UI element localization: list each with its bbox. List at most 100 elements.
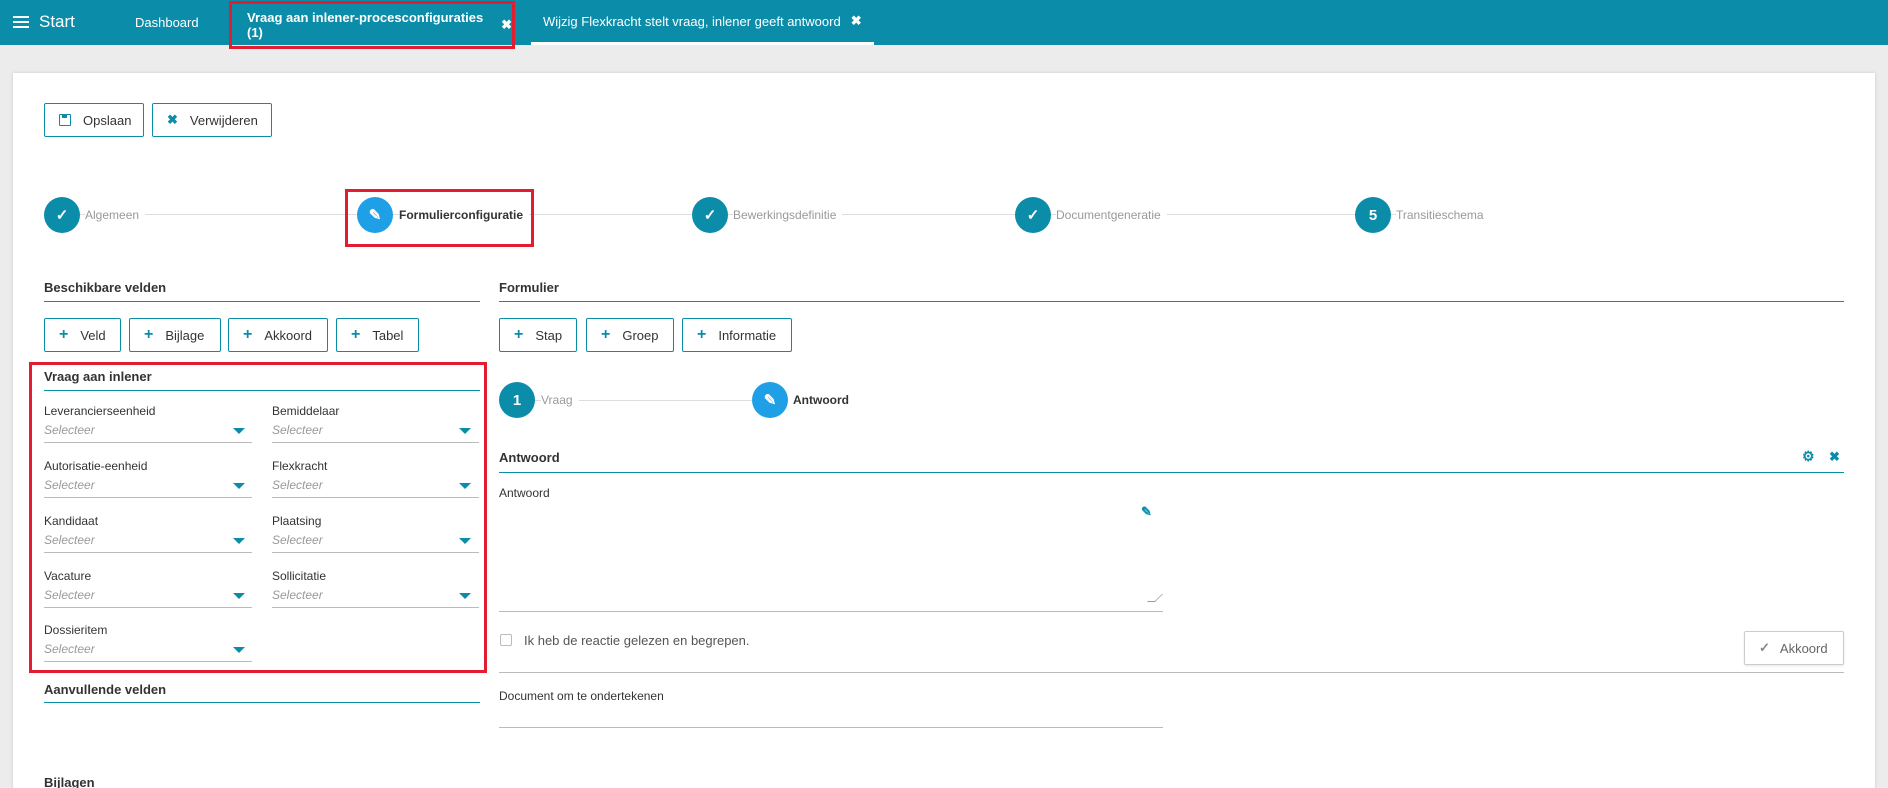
form-step-antwoord-pencil-icon[interactable]: ✎ [752, 382, 788, 418]
answer-textarea-label: Antwoord [499, 486, 550, 500]
checkbox-label: Ik heb de reactie gelezen en begrepen. [524, 633, 750, 648]
add-agreement-button[interactable]: + Akkoord [228, 318, 328, 352]
section-divider [44, 301, 480, 302]
step-document-check-icon[interactable]: ✓ [1015, 197, 1051, 233]
section-divider [44, 702, 480, 703]
tab-process-configurations-label: Vraag aan inlener-procesconfiguraties (1… [247, 10, 484, 40]
tab-edit-flexkracht[interactable]: Wijzig Flexkracht stelt vraag, inlener g… [531, 0, 874, 45]
add-step-button[interactable]: + Stap [499, 318, 577, 352]
extra-fields-title: Aanvullende velden [44, 682, 167, 697]
chevron-down-icon[interactable] [459, 593, 471, 599]
select-sollicitatie[interactable]: Selecteer [272, 588, 323, 602]
add-step-label: Stap [535, 327, 563, 343]
akkoord-button[interactable]: ✓ Akkoord [1744, 631, 1844, 665]
close-icon[interactable]: ✖ [851, 13, 862, 29]
add-group-label: Groep [622, 327, 659, 343]
add-agreement-label: Akkoord [264, 327, 313, 343]
add-attachment-label: Bijlage [165, 327, 205, 343]
select-bemiddelaar[interactable]: Selecteer [272, 423, 323, 437]
start-label: Start [39, 12, 75, 31]
field-underline [44, 497, 252, 498]
answer-group-title: Antwoord [499, 450, 560, 465]
group-title: Vraag aan inlener [44, 369, 152, 384]
field-label: Sollicitatie [272, 569, 327, 583]
field-label: Kandidaat [44, 514, 99, 528]
top-navigation-bar: Start Dashboard Vraag aan inlener-proces… [0, 0, 1888, 49]
field-underline [272, 607, 479, 608]
chevron-down-icon[interactable] [233, 647, 245, 653]
delete-button[interactable]: ✖ Verwijderen [152, 103, 272, 137]
row-divider [499, 672, 1844, 673]
step-bewerkingsdefinitie-label[interactable]: Bewerkingsdefinitie [733, 208, 843, 222]
form-step-vraag-label[interactable]: Vraag [541, 393, 579, 407]
step-transitieschema-label[interactable]: Transitieschema [1396, 208, 1490, 222]
add-table-label: Tabel [372, 327, 404, 343]
save-button[interactable]: Opslaan [44, 103, 144, 137]
add-field-button[interactable]: + Veld [44, 318, 121, 352]
plus-icon: + [351, 326, 361, 343]
attachments-title: Bijlagen [44, 775, 95, 788]
answer-textarea[interactable] [499, 500, 1163, 612]
close-icon[interactable]: ✖ [1829, 449, 1840, 465]
select-kandidaat[interactable]: Selecteer [44, 533, 95, 547]
chevron-down-icon[interactable] [459, 428, 471, 434]
field-label: Vacature [44, 569, 92, 583]
add-field-label: Veld [80, 327, 106, 343]
field-underline [44, 661, 252, 662]
plus-icon: + [601, 326, 611, 343]
select-leverancierseenheid[interactable]: Selecteer [44, 423, 95, 437]
plus-icon: + [697, 326, 707, 343]
field-underline [272, 442, 479, 443]
step-documentgeneratie-label[interactable]: Documentgeneratie [1056, 208, 1167, 222]
form-step-vraag-number[interactable]: 1 [499, 382, 535, 418]
add-information-label: Informatie [718, 327, 777, 343]
tab-edit-flexkracht-label: Wijzig Flexkracht stelt vraag, inlener g… [543, 13, 841, 29]
read-confirmation-checkbox[interactable] [500, 634, 512, 646]
step-bewerking-check-icon[interactable]: ✓ [692, 197, 728, 233]
chevron-down-icon[interactable] [233, 428, 245, 434]
step-algemeen-label[interactable]: Algemeen [85, 208, 146, 222]
save-button-label: Opslaan [83, 112, 132, 128]
step-formulierconfiguratie-label[interactable]: Formulierconfiguratie [399, 208, 530, 222]
document-field-underline[interactable] [499, 727, 1163, 728]
field-label: Autorisatie-eenheid [44, 459, 148, 473]
tab-dashboard[interactable]: Dashboard [135, 0, 199, 45]
field-label: Bemiddelaar [272, 404, 340, 418]
plus-icon: + [243, 326, 253, 343]
chevron-down-icon[interactable] [459, 483, 471, 489]
select-autorisatie-eenheid[interactable]: Selecteer [44, 478, 95, 492]
select-dossieritem[interactable]: Selecteer [44, 642, 95, 656]
group-divider [499, 472, 1844, 473]
add-information-button[interactable]: + Informatie [682, 318, 792, 352]
group-divider [44, 390, 480, 391]
settings-gears-icon[interactable]: ⚙ [1802, 448, 1815, 465]
close-icon: ✖ [167, 112, 178, 127]
step-transitie-number[interactable]: 5 [1355, 197, 1391, 233]
add-group-button[interactable]: + Groep [586, 318, 674, 352]
add-table-button[interactable]: + Tabel [336, 318, 419, 352]
close-icon[interactable]: ✖ [501, 17, 512, 33]
field-underline [272, 497, 479, 498]
plus-icon: + [144, 326, 154, 343]
chevron-down-icon[interactable] [233, 483, 245, 489]
tab-process-configurations[interactable]: Vraag aan inlener-procesconfiguraties (1… [229, 1, 515, 49]
check-icon: ✓ [1759, 640, 1770, 655]
step-formulier-pencil-icon[interactable]: ✎ [357, 197, 393, 233]
chevron-down-icon[interactable] [233, 593, 245, 599]
add-attachment-button[interactable]: + Bijlage [129, 318, 221, 352]
chevron-down-icon[interactable] [459, 538, 471, 544]
field-underline [44, 552, 252, 553]
tab-dashboard-label: Dashboard [135, 15, 199, 30]
form-step-antwoord-label[interactable]: Antwoord [793, 393, 849, 407]
plus-icon: + [59, 326, 69, 343]
select-vacature[interactable]: Selecteer [44, 588, 95, 602]
field-label: Plaatsing [272, 514, 322, 528]
save-icon [59, 114, 71, 126]
chevron-down-icon[interactable] [233, 538, 245, 544]
start-menu-button[interactable]: Start [13, 12, 75, 32]
step-algemeen-check-icon[interactable]: ✓ [44, 197, 80, 233]
select-plaatsing[interactable]: Selecteer [272, 533, 323, 547]
field-underline [272, 552, 479, 553]
available-fields-title: Beschikbare velden [44, 280, 167, 295]
select-flexkracht[interactable]: Selecteer [272, 478, 323, 492]
